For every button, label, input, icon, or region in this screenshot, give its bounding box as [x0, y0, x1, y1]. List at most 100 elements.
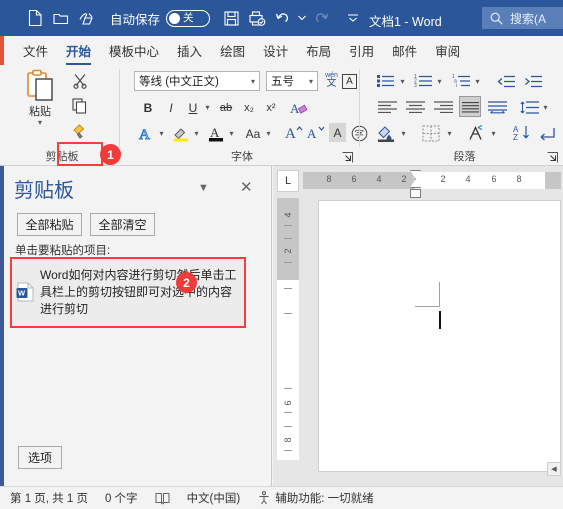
document-title: 文档1 - Word — [369, 15, 442, 29]
font-color-chevron-down-icon[interactable]: ▾ — [226, 123, 237, 144]
change-case-chevron-down-icon[interactable]: ▾ — [263, 123, 274, 144]
undo-dropdown-chevron-down-icon[interactable] — [296, 5, 308, 31]
word-window: 自动保存 关 文档1 - Word 搜索(A 文件 开始 模板中心 插入 绘图 … — [0, 0, 563, 509]
align-left-button[interactable] — [376, 97, 398, 117]
vertical-ruler[interactable]: 4 2 6 8 — [277, 198, 299, 460]
phonetic-guide-button[interactable]: wén 文 — [323, 70, 340, 91]
word-count[interactable]: 0 个字 — [105, 490, 138, 506]
character-border-button[interactable]: A — [341, 71, 358, 92]
document-page[interactable] — [318, 200, 561, 472]
font-name-value: 等线 (中文正文) — [139, 76, 219, 88]
paste-button[interactable]: 粘贴 ▾ — [14, 69, 66, 127]
autosave-toggle[interactable]: 关 — [166, 9, 211, 27]
cut-button[interactable] — [68, 70, 92, 92]
quick-access-toolbar: 自动保存 关 — [0, 5, 366, 31]
tab-layout[interactable]: 布局 — [297, 41, 340, 65]
shading-chevron-down-icon[interactable]: ▾ — [398, 123, 409, 143]
tab-mailings[interactable]: 邮件 — [383, 41, 426, 65]
page-info[interactable]: 第 1 页, 共 1 页 — [10, 490, 88, 506]
decrease-indent-button[interactable] — [496, 71, 516, 91]
horizontal-ruler[interactable]: 8 6 4 2 2 4 6 8 — [303, 170, 561, 198]
search-box[interactable]: 搜索(A — [482, 7, 563, 29]
bullets-button[interactable] — [376, 71, 396, 91]
tab-references[interactable]: 引用 — [340, 41, 383, 65]
grow-font-button[interactable]: A — [284, 122, 304, 143]
save-icon[interactable] — [218, 5, 244, 31]
new-document-icon[interactable] — [22, 5, 48, 31]
ribbon-group-font: 等线 (中文正文) ▾ 五号 ▾ wén 文 A B I U ▾ ab x₂ x… — [126, 65, 368, 166]
align-right-button[interactable] — [432, 97, 454, 117]
italic-button[interactable]: I — [163, 97, 179, 118]
numbering-button[interactable]: 123 — [412, 71, 434, 91]
superscript-button[interactable]: x² — [262, 97, 280, 118]
pane-options-button[interactable]: 选项 — [18, 446, 62, 469]
font-color-button[interactable]: A — [206, 123, 226, 144]
font-dialog-launcher[interactable] — [341, 151, 354, 164]
vruler-number: 8 — [283, 437, 293, 443]
tab-review[interactable]: 审阅 — [426, 41, 469, 65]
increase-indent-button[interactable] — [523, 71, 543, 91]
tab-stop-selector[interactable]: L — [277, 170, 299, 192]
line-spacing-button[interactable] — [518, 97, 540, 117]
highlight-chevron-down-icon[interactable]: ▾ — [191, 123, 202, 144]
formatting-marks-chevron-down-icon[interactable]: ▾ — [488, 123, 499, 143]
touch-mode-icon[interactable] — [74, 5, 100, 31]
tab-draw[interactable]: 绘图 — [211, 41, 254, 65]
strikethrough-button[interactable]: ab — [216, 97, 236, 118]
proofing-icon[interactable] — [155, 492, 170, 505]
annotation-box-2 — [10, 257, 246, 328]
underline-button[interactable]: U — [185, 97, 201, 118]
close-icon[interactable]: ✕ — [240, 178, 253, 196]
highlight-color-button[interactable] — [171, 123, 191, 144]
undo-icon[interactable] — [270, 5, 296, 31]
tab-design[interactable]: 设计 — [254, 41, 297, 65]
paste-icon — [25, 69, 55, 102]
copy-button[interactable] — [68, 95, 92, 117]
show-formatting-marks-button[interactable] — [466, 123, 488, 143]
sort-button[interactable]: AZ — [511, 122, 533, 142]
tab-insert[interactable]: 插入 — [168, 41, 211, 65]
align-center-button[interactable] — [404, 97, 426, 117]
shading-button[interactable] — [376, 123, 396, 143]
line-spacing-chevron-down-icon[interactable]: ▾ — [540, 97, 551, 117]
shrink-font-button[interactable]: A — [306, 122, 326, 143]
font-name-chevron-down-icon[interactable]: ▾ — [251, 77, 255, 86]
print-preview-icon[interactable] — [244, 5, 270, 31]
format-painter-button[interactable] — [68, 120, 92, 142]
paste-label: 粘贴 — [29, 106, 51, 118]
horizontal-scroll-left-button[interactable]: ◀ — [547, 462, 561, 476]
font-name-input[interactable]: 等线 (中文正文) ▾ — [134, 71, 260, 91]
paragraph-dialog-launcher[interactable] — [546, 151, 559, 164]
borders-button[interactable] — [421, 123, 441, 143]
justify-button[interactable] — [459, 96, 481, 117]
left-indent-marker[interactable] — [410, 189, 421, 198]
multilevel-chevron-down-icon[interactable]: ▾ — [472, 71, 483, 91]
font-size-input[interactable]: 五号 ▾ — [266, 71, 318, 91]
text-highlight-toggle-button[interactable]: A — [329, 123, 346, 142]
chevron-down-icon[interactable]: ▼ — [198, 182, 209, 194]
bullets-chevron-down-icon[interactable]: ▾ — [397, 71, 408, 91]
paste-chevron-down-icon[interactable]: ▾ — [38, 119, 42, 127]
borders-chevron-down-icon[interactable]: ▾ — [444, 123, 455, 143]
tab-template-center[interactable]: 模板中心 — [100, 41, 168, 65]
clear-formatting-button[interactable]: A — [289, 97, 309, 118]
accessibility-status[interactable]: 辅助功能: 一切就绪 — [257, 490, 374, 506]
numbering-chevron-down-icon[interactable]: ▾ — [434, 71, 445, 91]
tab-file[interactable]: 文件 — [14, 41, 57, 65]
text-effects-chevron-down-icon[interactable]: ▾ — [156, 123, 167, 144]
paragraph-mark-button[interactable] — [539, 123, 559, 143]
paste-all-button[interactable]: 全部粘贴 — [17, 213, 82, 236]
subscript-button[interactable]: x₂ — [240, 97, 258, 118]
bold-button[interactable]: B — [140, 97, 156, 118]
multilevel-list-button[interactable]: 1ai — [450, 71, 472, 91]
tab-home[interactable]: 开始 — [57, 41, 100, 65]
font-size-chevron-down-icon[interactable]: ▾ — [309, 77, 313, 86]
text-effects-button[interactable]: A — [136, 123, 156, 144]
change-case-button[interactable]: Aa — [242, 123, 264, 144]
underline-chevron-down-icon[interactable]: ▾ — [202, 97, 213, 118]
open-folder-icon[interactable] — [48, 5, 74, 31]
clear-all-button[interactable]: 全部清空 — [90, 213, 155, 236]
language-indicator[interactable]: 中文(中国) — [187, 490, 241, 506]
customize-qat-icon[interactable] — [340, 5, 366, 31]
distribute-button[interactable] — [486, 97, 508, 117]
